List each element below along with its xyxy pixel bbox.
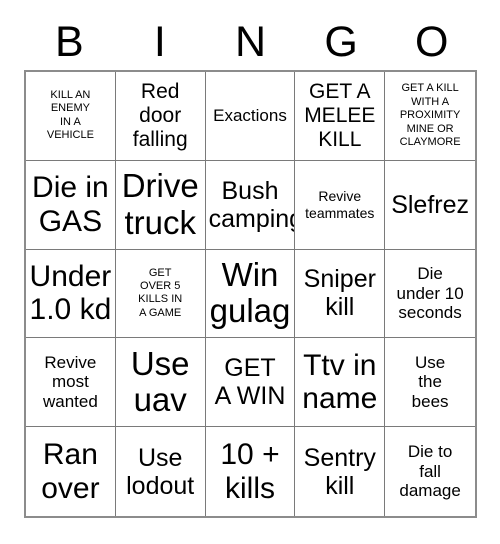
bingo-cell-label: Use the bees xyxy=(411,352,449,412)
bingo-header-letter-o: O xyxy=(414,17,449,66)
bingo-cell-label: Ttv in name xyxy=(302,348,378,416)
bingo-header-letters: B I N G O xyxy=(24,14,477,70)
bingo-cell-r2c2[interactable]: Drive truck xyxy=(115,160,206,250)
bingo-cell-r3c1[interactable]: Under 1.0 kd xyxy=(26,249,116,339)
bingo-cell-r5c5[interactable]: Die to fall damage xyxy=(385,427,475,516)
bingo-cell-label: Revive most wanted xyxy=(42,352,98,412)
bingo-card: B I N G O KILL AN ENEMY IN A VEHICLE Red … xyxy=(0,0,500,544)
bingo-cell-r2c4[interactable]: Revive teammates xyxy=(295,160,386,250)
bingo-cell-label: Exactions xyxy=(213,106,287,126)
bingo-header-letter-i: I xyxy=(153,17,166,66)
bingo-cell-label: Die to fall damage xyxy=(399,442,461,501)
bingo-cell-r1c1[interactable]: KILL AN ENEMY IN A VEHICLE xyxy=(26,72,116,161)
bingo-cell-label: GET A WIN xyxy=(214,354,286,411)
bingo-cell-label: Revive teammates xyxy=(305,188,375,221)
bingo-cell-r2c5[interactable]: Slefrez xyxy=(385,160,475,250)
bingo-cell-label: Die in GAS xyxy=(32,171,109,238)
bingo-cell-label: Ran over xyxy=(41,438,100,505)
bingo-cell-r5c3[interactable]: 10 + kills xyxy=(205,427,296,516)
bingo-cell-r5c1[interactable]: Ran over xyxy=(26,427,116,516)
bingo-header-letter-b: B xyxy=(54,17,84,66)
bingo-cell-r1c5[interactable]: GET A KILL WITH A PROXIMITY MINE OR CLAY… xyxy=(385,72,475,161)
bingo-cell-r3c5[interactable]: Die under 10 seconds xyxy=(385,249,475,339)
bingo-header-letter-g: G xyxy=(324,17,358,66)
bingo-grid: KILL AN ENEMY IN A VEHICLE Red door falli… xyxy=(24,70,477,518)
bingo-cell-label: Under 1.0 kd xyxy=(29,259,112,327)
bingo-cell-r4c2[interactable]: Use uav xyxy=(115,338,206,428)
bingo-header-letter-n: N xyxy=(234,17,267,66)
bingo-cell-label: Bush camping xyxy=(208,176,296,233)
bingo-cell-r4c4[interactable]: Ttv in name xyxy=(295,338,386,428)
bingo-cell-label: GET A MELEE KILL xyxy=(304,79,376,151)
bingo-cell-r4c3[interactable]: GET A WIN xyxy=(205,338,296,428)
bingo-cell-r1c3[interactable]: Exactions xyxy=(205,72,296,161)
bingo-cell-r1c2[interactable]: Red door falling xyxy=(115,72,206,161)
bingo-cell-label: 10 + kills xyxy=(220,438,280,505)
bingo-cell-label: GET A KILL WITH A PROXIMITY MINE OR CLAY… xyxy=(399,82,461,148)
bingo-cell-label: GET OVER 5 KILLS IN A GAME xyxy=(138,266,183,319)
bingo-cell-label: Win gulag xyxy=(209,256,291,330)
bingo-cell-r3c3[interactable]: Win gulag xyxy=(205,249,296,339)
bingo-cell-r1c4[interactable]: GET A MELEE KILL xyxy=(295,72,386,161)
bingo-cell-r4c1[interactable]: Revive most wanted xyxy=(26,338,116,428)
bingo-cell-label: Drive truck xyxy=(121,167,199,241)
bingo-cell-label: Sentry kill xyxy=(303,443,376,500)
bingo-cell-label: Use lodout xyxy=(126,443,195,500)
bingo-cell-label: Slefrez xyxy=(391,190,469,219)
bingo-cell-r4c5[interactable]: Use the bees xyxy=(385,338,475,428)
bingo-cell-r2c3[interactable]: Bush camping xyxy=(205,160,296,250)
bingo-cell-r2c1[interactable]: Die in GAS xyxy=(26,160,116,250)
bingo-cell-r5c4[interactable]: Sentry kill xyxy=(295,427,386,516)
bingo-cell-r5c2[interactable]: Use lodout xyxy=(115,427,206,516)
bingo-cell-label: Sniper kill xyxy=(303,265,376,322)
bingo-cell-r3c4[interactable]: Sniper kill xyxy=(295,249,386,339)
bingo-cell-r3c2[interactable]: GET OVER 5 KILLS IN A GAME xyxy=(115,249,206,339)
bingo-cell-label: Die under 10 seconds xyxy=(396,263,464,323)
bingo-cell-label: Red door falling xyxy=(132,79,188,151)
bingo-cell-label: KILL AN ENEMY IN A VEHICLE xyxy=(46,89,94,142)
bingo-cell-label: Use uav xyxy=(130,344,190,419)
